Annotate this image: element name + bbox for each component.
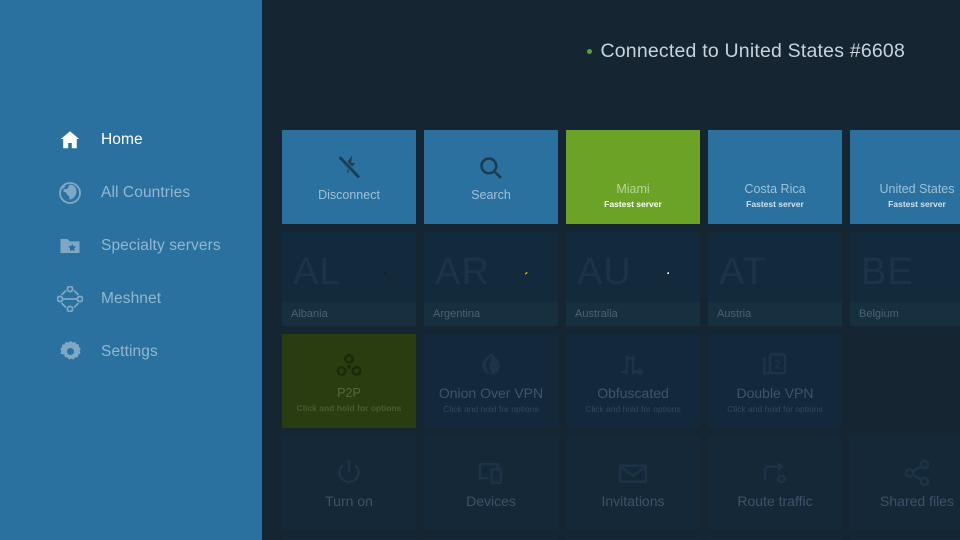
sidebar-item-home[interactable]: Home <box>0 113 262 166</box>
row-specialty-servers: P2P Click and hold for options Onion Ove… <box>282 334 960 428</box>
connection-status-text: Connected to United States #6608 <box>600 40 905 62</box>
route-arrow-icon <box>760 456 790 490</box>
sidebar: Home All Countries Specialty servers Mes… <box>0 0 262 540</box>
tile-label: Route traffic <box>737 493 813 510</box>
sidebar-item-meshnet[interactable]: Meshnet <box>0 272 262 325</box>
country-name: Albania <box>291 308 328 320</box>
tile-shared-files[interactable]: Shared files <box>850 436 960 530</box>
tile-disconnect[interactable]: Disconnect <box>282 130 416 224</box>
home-icon <box>57 127 83 153</box>
double-vpn-icon: 2 <box>760 348 790 382</box>
row-quick-actions: Disconnect Search Miami Fastest server C… <box>282 130 960 224</box>
country-name: Argentina <box>433 308 481 320</box>
gear-icon <box>57 339 83 365</box>
tile-onion-over-vpn[interactable]: Onion Over VPN Click and hold for option… <box>424 334 558 428</box>
tile-miami[interactable]: Miami Fastest server <box>566 130 700 224</box>
country-name: Belgium <box>859 308 899 320</box>
sidebar-item-settings[interactable]: Settings <box>0 325 262 378</box>
sidebar-item-specialty-servers[interactable]: Specialty servers <box>0 219 262 272</box>
flag-al-icon <box>383 272 403 286</box>
tile-grid: Disconnect Search Miami Fastest server C… <box>282 130 960 540</box>
tile-sublabel: Fastest server <box>746 199 804 210</box>
flag-au-icon <box>667 272 687 286</box>
onion-icon <box>476 348 506 382</box>
sidebar-nav: Home All Countries Specialty servers Mes… <box>0 113 262 378</box>
tile-obfuscated[interactable]: Obfuscated Click and hold for options <box>566 334 700 428</box>
tile-country-australia[interactable]: AU Australia <box>566 232 700 326</box>
globe-icon <box>57 180 83 206</box>
tile-label: Disconnect <box>318 188 380 203</box>
tile-sublabel: Click and hold for options <box>727 404 823 415</box>
folder-star-icon <box>57 233 83 259</box>
tile-costa-rica[interactable]: Costa Rica Fastest server <box>708 130 842 224</box>
tile-label: Double VPN <box>736 384 814 401</box>
flag-cr-icon <box>758 145 792 179</box>
sidebar-item-label: Specialty servers <box>101 236 221 254</box>
tile-empty <box>850 334 960 428</box>
tile-sublabel: Click and hold for options <box>585 404 681 415</box>
main-content: Connected to United States #6608 Disconn… <box>262 0 960 540</box>
tile-label: Onion Over VPN <box>438 384 544 401</box>
sidebar-item-label: Settings <box>101 342 158 360</box>
tile-label: Devices <box>466 493 516 510</box>
power-icon <box>334 456 364 490</box>
country-code: AT <box>719 251 767 293</box>
tile-label: P2P <box>337 385 361 400</box>
tile-label: Search <box>471 188 511 203</box>
tile-sublabel: Fastest server <box>604 199 662 210</box>
tile-search[interactable]: Search <box>424 130 558 224</box>
tile-united-states[interactable]: United States Fastest server <box>850 130 960 224</box>
tile-label: Invitations <box>601 493 665 510</box>
flag-us-icon <box>615 145 651 179</box>
country-code: BE <box>861 251 914 293</box>
share-nodes-icon <box>902 456 932 490</box>
devices-icon <box>476 456 506 490</box>
sidebar-item-label: Meshnet <box>101 289 162 307</box>
sidebar-item-all-countries[interactable]: All Countries <box>0 166 262 219</box>
flag-us-icon <box>900 145 934 179</box>
tile-country-albania[interactable]: AL Albania <box>282 232 416 326</box>
tile-turn-on[interactable]: Turn on <box>282 436 416 530</box>
p2p-icon <box>334 349 364 383</box>
tile-label: Shared files <box>880 493 954 510</box>
svg-text:2: 2 <box>774 357 781 371</box>
flag-ar-icon <box>525 272 545 286</box>
country-name: Austria <box>717 308 752 320</box>
country-code: AU <box>577 251 632 293</box>
envelope-icon <box>617 456 649 490</box>
tile-sublabel: Click and hold for options <box>443 404 539 415</box>
country-name: Australia <box>575 308 618 320</box>
tile-sublabel: Click and hold for options <box>296 403 402 414</box>
tile-sublabel: Fastest server <box>888 199 946 210</box>
country-code: AR <box>435 251 490 293</box>
tile-country-argentina[interactable]: AR Argentina <box>424 232 558 326</box>
search-icon <box>477 151 505 185</box>
row-countries: AL Albania AR Argentina AU Australia AT … <box>282 232 960 326</box>
bolt-slash-icon <box>334 151 364 185</box>
tile-route-traffic[interactable]: Route traffic <box>708 436 842 530</box>
tile-double-vpn[interactable]: 2 Double VPN Click and hold for options <box>708 334 842 428</box>
tile-devices[interactable]: Devices <box>424 436 558 530</box>
tile-invitations[interactable]: Invitations <box>566 436 700 530</box>
tile-country-belgium[interactable]: BE Belgium <box>850 232 960 326</box>
app-window: Home All Countries Specialty servers Mes… <box>0 0 960 540</box>
status-dot-icon <box>587 49 593 54</box>
connection-status: Connected to United States #6608 <box>587 40 905 63</box>
tile-label: Turn on <box>325 493 373 510</box>
tile-label: United States <box>879 181 955 196</box>
obfuscated-icon <box>617 348 649 382</box>
sidebar-item-label: Home <box>101 130 143 148</box>
tile-p2p[interactable]: P2P Click and hold for options <box>282 334 416 428</box>
tile-label: Costa Rica <box>744 181 806 196</box>
tile-country-austria[interactable]: AT Austria <box>708 232 842 326</box>
sidebar-item-label: All Countries <box>101 183 191 201</box>
flag-at-icon <box>809 272 829 286</box>
row-meshnet-actions: Turn on Devices Invitations Route traffi… <box>282 436 960 530</box>
meshnet-nodes-icon <box>57 285 83 312</box>
country-code: AL <box>293 251 342 293</box>
tile-label: Miami <box>616 181 650 196</box>
tile-label: Obfuscated <box>597 384 669 401</box>
